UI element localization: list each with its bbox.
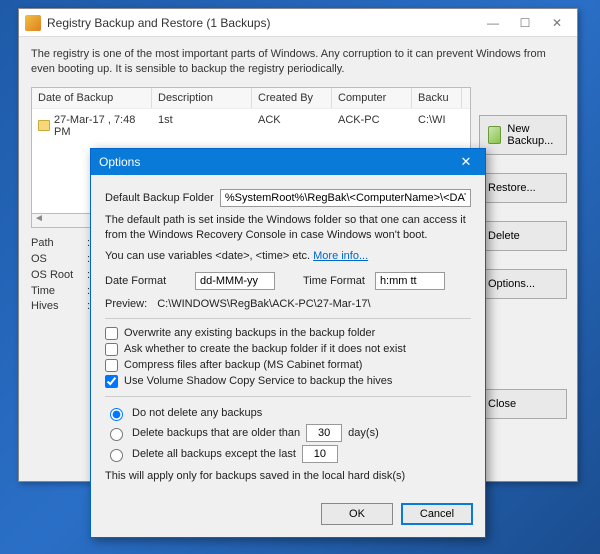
close-button[interactable]: Close bbox=[479, 389, 567, 419]
default-folder-input[interactable] bbox=[220, 189, 471, 207]
delete-button[interactable]: Delete bbox=[479, 221, 567, 251]
app-icon bbox=[25, 15, 41, 31]
radio-last[interactable] bbox=[110, 449, 123, 462]
radio-last-row[interactable]: Delete all backups except the last bbox=[105, 445, 471, 463]
ask-checkbox-row[interactable]: Ask whether to create the backup folder … bbox=[105, 343, 471, 356]
col-date[interactable]: Date of Backup bbox=[32, 88, 152, 108]
vss-checkbox-row[interactable]: Use Volume Shadow Copy Service to backup… bbox=[105, 375, 471, 388]
options-dialog: Options ✕ Default Backup Folder The defa… bbox=[90, 148, 486, 538]
window-title: Registry Backup and Restore (1 Backups) bbox=[47, 16, 483, 30]
vss-checkbox[interactable] bbox=[105, 375, 118, 388]
main-titlebar: Registry Backup and Restore (1 Backups) … bbox=[19, 9, 577, 37]
apply-note: This will apply only for backups saved i… bbox=[105, 469, 471, 484]
cell-createdby: ACK bbox=[252, 109, 332, 143]
table-header: Date of Backup Description Created By Co… bbox=[32, 88, 470, 108]
col-backup[interactable]: Backu bbox=[412, 88, 462, 108]
help-text-1: The default path is set inside the Windo… bbox=[105, 213, 471, 243]
time-format-label: Time Format bbox=[303, 275, 365, 287]
overwrite-checkbox-row[interactable]: Overwrite any existing backups in the ba… bbox=[105, 327, 471, 340]
help-text-2: You can use variables <date>, <time> etc… bbox=[105, 250, 313, 262]
new-backup-button[interactable]: New Backup... bbox=[479, 115, 567, 155]
more-info-link[interactable]: More info... bbox=[313, 250, 368, 262]
minimize-icon[interactable]: — bbox=[483, 16, 503, 30]
date-format-input[interactable] bbox=[195, 272, 275, 290]
cell-computer: ACK-PC bbox=[332, 109, 412, 143]
close-icon[interactable]: ✕ bbox=[547, 16, 567, 30]
default-folder-label: Default Backup Folder bbox=[105, 192, 214, 204]
cell-location: C:\WI bbox=[412, 109, 462, 143]
cell-desc: 1st bbox=[152, 109, 252, 143]
time-format-input[interactable] bbox=[375, 272, 445, 290]
date-format-label: Date Format bbox=[105, 275, 185, 287]
older-days-input[interactable] bbox=[306, 424, 342, 442]
table-row[interactable]: 27-Mar-17 , 7:48 PM 1st ACK ACK-PC C:\WI bbox=[32, 108, 470, 143]
radio-none[interactable] bbox=[110, 408, 123, 421]
radio-older-row[interactable]: Delete backups that are older thanday(s) bbox=[105, 424, 471, 442]
compress-checkbox[interactable] bbox=[105, 359, 118, 372]
col-createdby[interactable]: Created By bbox=[252, 88, 332, 108]
col-computer[interactable]: Computer bbox=[332, 88, 412, 108]
restore-button[interactable]: Restore... bbox=[479, 173, 567, 203]
cancel-button[interactable]: Cancel bbox=[401, 503, 473, 525]
dialog-titlebar[interactable]: Options ✕ bbox=[91, 149, 485, 175]
dialog-title: Options bbox=[99, 155, 455, 169]
ok-button[interactable]: OK bbox=[321, 503, 393, 525]
maximize-icon[interactable]: ☐ bbox=[515, 16, 535, 30]
cell-date: 27-Mar-17 , 7:48 PM bbox=[54, 114, 146, 138]
preview-value: C:\WINDOWS\RegBak\ACK-PC\27-Mar-17\ bbox=[157, 298, 370, 310]
overwrite-checkbox[interactable] bbox=[105, 327, 118, 340]
ask-checkbox[interactable] bbox=[105, 343, 118, 356]
radio-none-row[interactable]: Do not delete any backups bbox=[105, 405, 471, 421]
preview-label: Preview: bbox=[105, 298, 147, 310]
keep-last-input[interactable] bbox=[302, 445, 338, 463]
folder-icon bbox=[38, 120, 50, 131]
compress-checkbox-row[interactable]: Compress files after backup (MS Cabinet … bbox=[105, 359, 471, 372]
radio-older[interactable] bbox=[110, 428, 123, 441]
options-button[interactable]: Options... bbox=[479, 269, 567, 299]
intro-text: The registry is one of the most importan… bbox=[31, 47, 565, 77]
dialog-close-icon[interactable]: ✕ bbox=[455, 154, 477, 170]
side-buttons: New Backup... Restore... Delete Options.… bbox=[479, 115, 567, 419]
new-backup-icon bbox=[488, 126, 501, 144]
col-description[interactable]: Description bbox=[152, 88, 252, 108]
